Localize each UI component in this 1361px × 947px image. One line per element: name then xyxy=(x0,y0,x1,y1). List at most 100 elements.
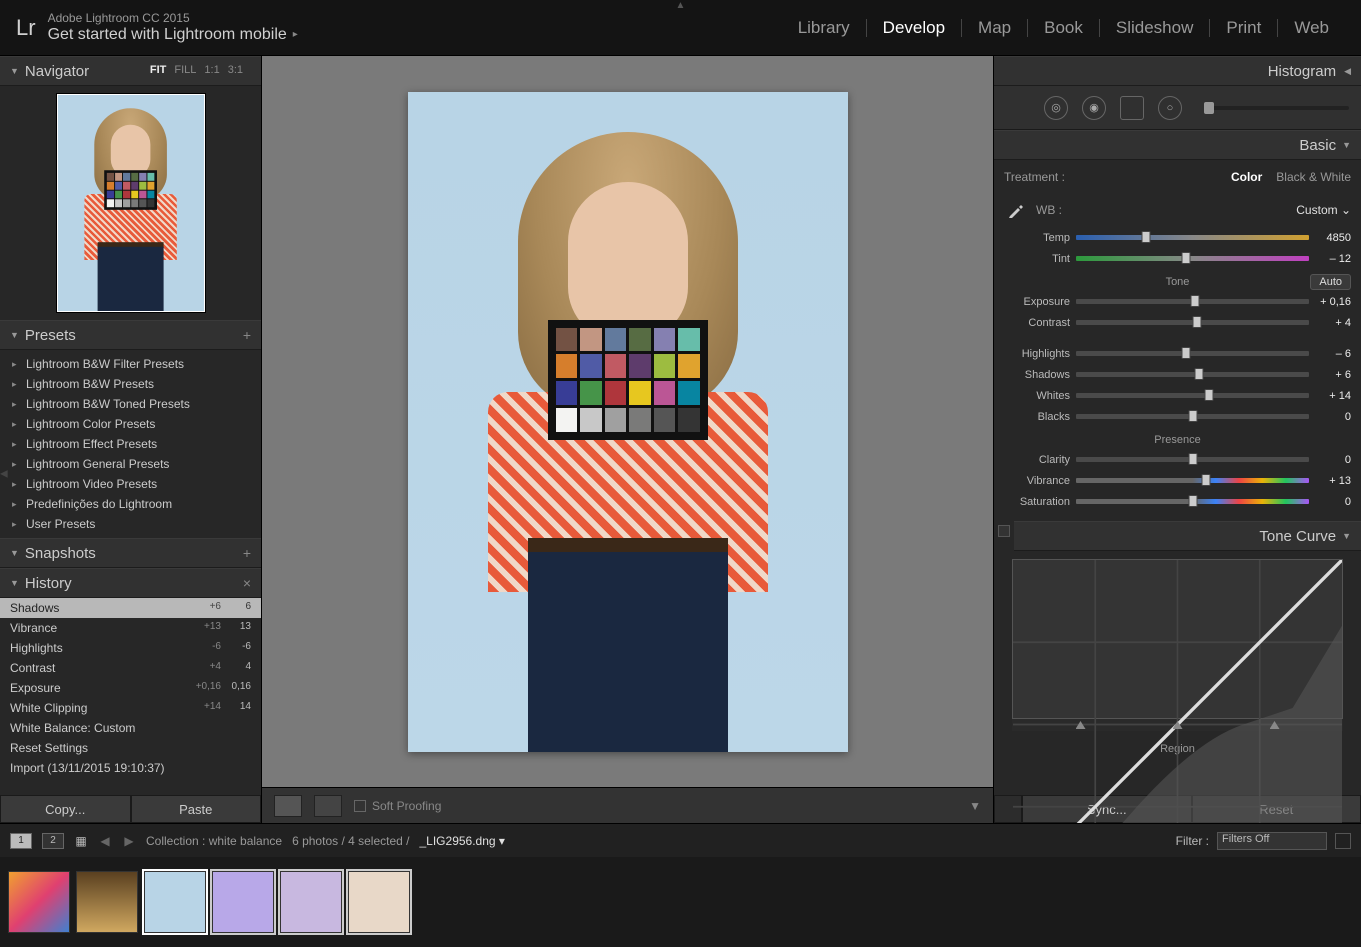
treatment-color[interactable]: Color xyxy=(1231,170,1262,184)
treatment-bw[interactable]: Black & White xyxy=(1276,170,1351,184)
temp-value[interactable]: 4850 xyxy=(1309,232,1351,244)
preset-folder[interactable]: Lightroom General Presets xyxy=(10,454,251,474)
snapshots-header[interactable]: ▼ Snapshots + xyxy=(0,538,261,568)
whites-slider[interactable] xyxy=(1076,393,1309,398)
contrast-slider[interactable] xyxy=(1076,320,1309,325)
preset-folder[interactable]: Lightroom B&W Filter Presets xyxy=(10,354,251,374)
navigator-header[interactable]: ▼ Navigator FITFILL1:13:1 xyxy=(0,56,261,86)
clarity-value[interactable]: 0 xyxy=(1309,454,1351,466)
preset-folder[interactable]: Lightroom B&W Presets xyxy=(10,374,251,394)
vibrance-slider[interactable] xyxy=(1076,478,1309,483)
preset-folder[interactable]: Lightroom Color Presets xyxy=(10,414,251,434)
history-step[interactable]: White Clipping+1414 xyxy=(0,698,261,718)
highlights-slider[interactable] xyxy=(1076,351,1309,356)
auto-tone-button[interactable]: Auto xyxy=(1310,274,1351,290)
history-header[interactable]: ▼ History × xyxy=(0,568,261,598)
saturation-slider[interactable] xyxy=(1076,499,1309,504)
second-window-button[interactable]: 2 xyxy=(42,833,64,849)
contrast-value[interactable]: + 4 xyxy=(1309,317,1351,329)
gradient-filter-icon[interactable] xyxy=(1120,96,1144,120)
spot-removal-icon[interactable]: ◎ xyxy=(1044,96,1068,120)
filename[interactable]: _LIG2956.dng ▾ xyxy=(420,834,505,848)
filter-lock-icon[interactable] xyxy=(1335,833,1351,849)
loupe-view[interactable] xyxy=(262,56,993,787)
preset-folder[interactable]: Predefinições do Lightroom xyxy=(10,494,251,514)
shadows-value[interactable]: + 6 xyxy=(1309,369,1351,381)
module-print[interactable]: Print xyxy=(1210,18,1277,38)
preset-folder[interactable]: User Presets xyxy=(10,514,251,534)
module-slideshow[interactable]: Slideshow xyxy=(1100,18,1210,38)
add-preset-icon[interactable]: + xyxy=(243,327,251,343)
soft-proofing-toggle[interactable]: Soft Proofing xyxy=(354,799,441,813)
filmstrip-thumb[interactable] xyxy=(8,871,70,933)
nav-mode-fit[interactable]: FIT xyxy=(150,64,167,76)
history-step[interactable]: Vibrance+1313 xyxy=(0,618,261,638)
module-map[interactable]: Map xyxy=(962,18,1027,38)
grid-view-icon[interactable]: ▦ xyxy=(74,834,88,848)
mask-slider[interactable] xyxy=(1204,106,1349,110)
saturation-value[interactable]: 0 xyxy=(1309,496,1351,508)
next-photo-icon[interactable]: ▶ xyxy=(122,834,136,848)
blacks-slider[interactable] xyxy=(1076,414,1309,419)
clear-history-icon[interactable]: × xyxy=(243,575,251,591)
blacks-value[interactable]: 0 xyxy=(1309,411,1351,423)
presets-header[interactable]: ▼ Presets + xyxy=(0,320,261,350)
module-develop[interactable]: Develop xyxy=(867,18,961,38)
tone-curve-graph[interactable] xyxy=(1012,559,1343,719)
preset-folder[interactable]: Lightroom Video Presets xyxy=(10,474,251,494)
highlights-value[interactable]: – 6 xyxy=(1309,348,1351,360)
history-step[interactable]: White Balance: Custom xyxy=(0,718,261,738)
left-panel-toggle[interactable]: ◀ xyxy=(0,468,8,479)
tone-curve-header[interactable]: Tone Curve ▼ xyxy=(1014,521,1361,551)
add-snapshot-icon[interactable]: + xyxy=(243,545,251,561)
toolbar-menu-icon[interactable]: ▼ xyxy=(969,799,981,813)
nav-mode-fill[interactable]: FILL xyxy=(174,64,196,76)
vibrance-value[interactable]: + 13 xyxy=(1309,475,1351,487)
loupe-view-button[interactable] xyxy=(274,795,302,817)
prev-photo-icon[interactable]: ◀ xyxy=(98,834,112,848)
tint-slider[interactable] xyxy=(1076,256,1309,261)
clarity-slider[interactable] xyxy=(1076,457,1309,462)
preset-folder[interactable]: Lightroom B&W Toned Presets xyxy=(10,394,251,414)
history-step[interactable]: Exposure+0,160,16 xyxy=(0,678,261,698)
radial-filter-icon[interactable]: ○ xyxy=(1158,96,1182,120)
history-step[interactable]: Import (13/11/2015 19:10:37) xyxy=(0,758,261,778)
whites-value[interactable]: + 14 xyxy=(1309,390,1351,402)
basic-panel-header[interactable]: Basic ▼ xyxy=(994,130,1361,160)
before-after-button[interactable] xyxy=(314,795,342,817)
filter-select[interactable]: Filters Off xyxy=(1217,832,1327,850)
histogram-header[interactable]: Histogram ◀ xyxy=(994,56,1361,86)
nav-mode-3-1[interactable]: 3:1 xyxy=(228,64,243,76)
module-web[interactable]: Web xyxy=(1278,18,1345,38)
exposure-slider[interactable] xyxy=(1076,299,1309,304)
panel-switch-icon[interactable] xyxy=(998,525,1010,537)
wb-dropper-icon[interactable] xyxy=(1004,198,1028,222)
crop-icon[interactable] xyxy=(1006,96,1030,120)
history-step[interactable]: Highlights-6-6 xyxy=(0,638,261,658)
module-book[interactable]: Book xyxy=(1028,18,1099,38)
copy-button[interactable]: Copy... xyxy=(0,795,131,823)
navigator-thumbnail[interactable] xyxy=(57,94,205,312)
top-panel-toggle[interactable]: ▲ xyxy=(676,0,686,11)
redeye-icon[interactable]: ◉ xyxy=(1082,96,1106,120)
preset-folder[interactable]: Lightroom Effect Presets xyxy=(10,434,251,454)
history-step[interactable]: Contrast+44 xyxy=(0,658,261,678)
module-library[interactable]: Library xyxy=(782,18,866,38)
shadows-slider[interactable] xyxy=(1076,372,1309,377)
filmstrip-thumb[interactable] xyxy=(144,871,206,933)
filmstrip-thumb[interactable] xyxy=(280,871,342,933)
main-window-button[interactable]: 1 xyxy=(10,833,32,849)
exposure-value[interactable]: + 0,16 xyxy=(1309,296,1351,308)
tint-value[interactable]: – 12 xyxy=(1309,253,1351,265)
lightroom-mobile-link[interactable]: Get started with Lightroom mobile▸ xyxy=(48,25,298,44)
history-step[interactable]: Reset Settings xyxy=(0,738,261,758)
history-step[interactable]: Shadows+66 xyxy=(0,598,261,618)
paste-button[interactable]: Paste xyxy=(131,795,262,823)
temp-slider[interactable] xyxy=(1076,235,1309,240)
collection-path[interactable]: Collection : white balance xyxy=(146,834,282,848)
filmstrip-thumb[interactable] xyxy=(212,871,274,933)
filmstrip-thumb[interactable] xyxy=(76,871,138,933)
filmstrip-thumb[interactable] xyxy=(348,871,410,933)
wb-select[interactable]: Custom ⌄ xyxy=(1296,203,1351,217)
nav-mode-1-1[interactable]: 1:1 xyxy=(204,64,219,76)
